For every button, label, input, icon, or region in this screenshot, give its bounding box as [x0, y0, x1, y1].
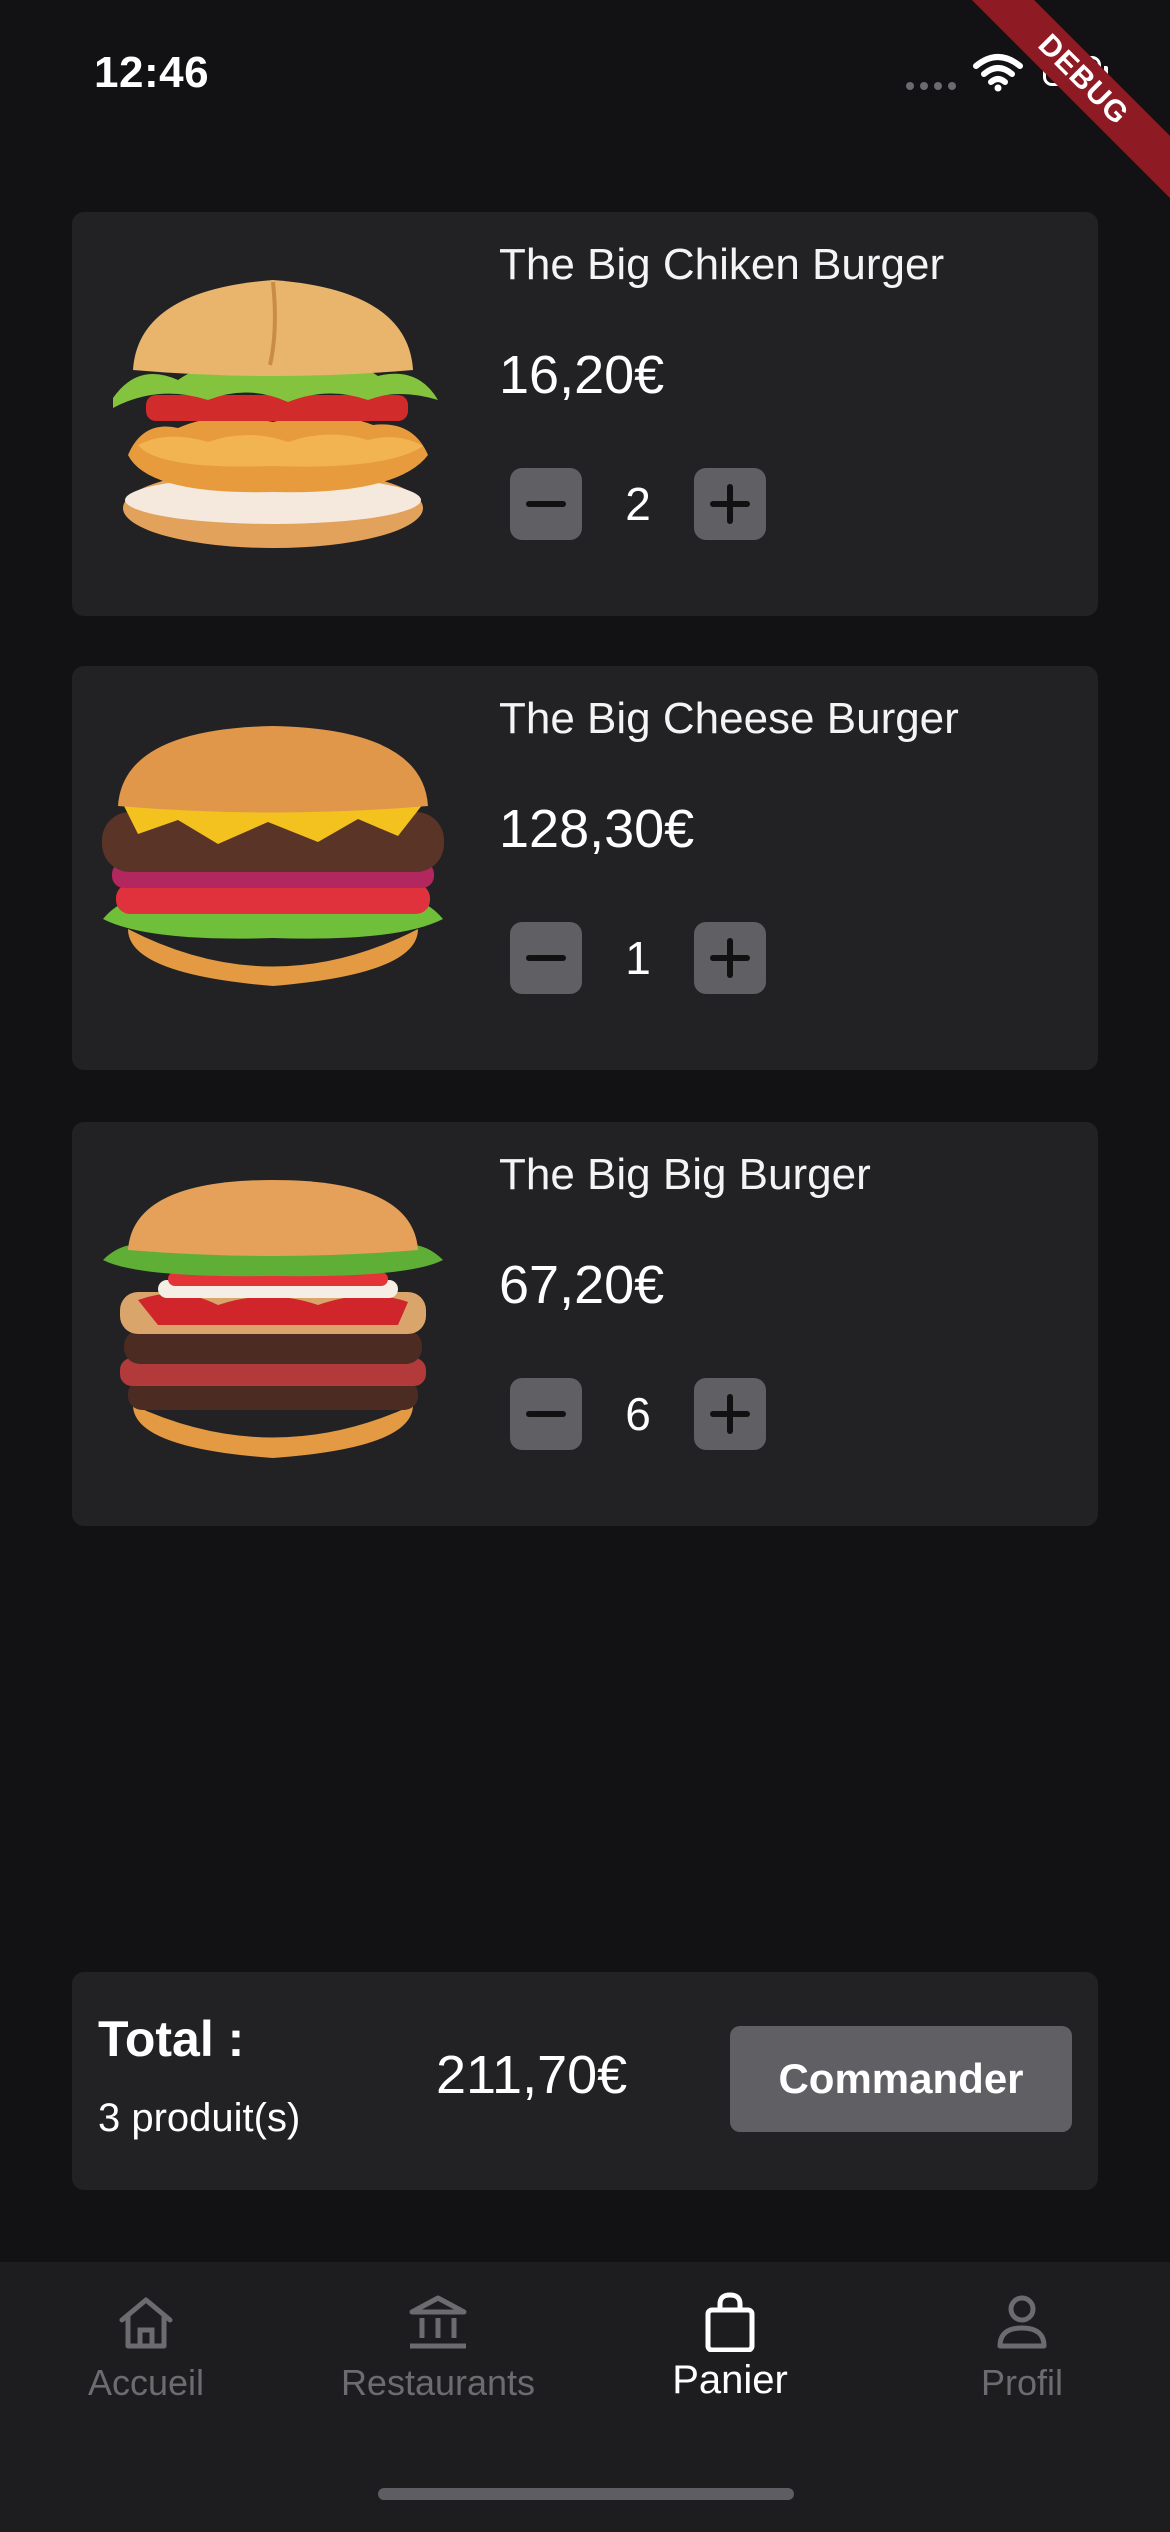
plus-icon	[710, 938, 750, 978]
increment-button[interactable]	[694, 468, 766, 540]
cart-item-card: The Big Chiken Burger 16,20€ 2	[72, 212, 1098, 616]
bank-icon	[409, 2295, 467, 2349]
total-amount: 211,70€	[436, 2045, 628, 2105]
item-price: 128,30€	[499, 799, 695, 859]
nav-label: Restaurants	[340, 2362, 536, 2403]
increment-button[interactable]	[694, 922, 766, 994]
nav-item-profil[interactable]: Profil	[876, 2262, 1168, 2462]
debug-banner: DEBUG	[950, 0, 1170, 213]
quantity-value: 6	[625, 1388, 651, 1440]
home-icon	[119, 2297, 173, 2349]
item-name: The Big Big Burger	[499, 1150, 871, 1199]
item-name: The Big Chiken Burger	[499, 240, 945, 289]
cheese-burger-image	[102, 726, 444, 986]
home-indicator	[378, 2488, 794, 2500]
decrement-button[interactable]	[510, 922, 582, 994]
decrement-button[interactable]	[510, 1378, 582, 1450]
nav-label: Panier	[672, 2358, 788, 2402]
decrement-button[interactable]	[510, 468, 582, 540]
minus-icon	[526, 1411, 566, 1417]
plus-icon	[710, 484, 750, 524]
cart-item-card: The Big Cheese Burger 128,30€ 1	[72, 666, 1098, 1070]
plus-icon	[710, 1394, 750, 1434]
item-name: The Big Cheese Burger	[499, 694, 959, 743]
person-icon	[997, 2295, 1047, 2349]
cart-item-card: The Big Big Burger 67,20€ 6	[72, 1122, 1098, 1526]
nav-item-accueil[interactable]: Accueil	[0, 2262, 292, 2462]
quantity-value: 2	[625, 478, 651, 530]
quantity-value: 1	[625, 932, 651, 984]
status-time: 12:46	[94, 48, 210, 97]
minus-icon	[526, 955, 566, 961]
shopping-bag-icon	[705, 2292, 755, 2352]
order-summary: Total : 3 produit(s) 211,70€ Commander	[72, 1972, 1098, 2190]
chicken-burger-image	[113, 280, 438, 548]
minus-icon	[526, 501, 566, 507]
big-burger-image	[103, 1180, 443, 1458]
nav-item-panier[interactable]: Panier	[584, 2262, 876, 2462]
nav-label: Accueil	[87, 2362, 205, 2403]
total-label: Total :	[98, 2011, 245, 2067]
item-price: 67,20€	[499, 1255, 665, 1315]
increment-button[interactable]	[694, 1378, 766, 1450]
item-price: 16,20€	[499, 345, 665, 405]
nav-label: Profil	[980, 2362, 1064, 2403]
nav-item-restaurants[interactable]: Restaurants	[292, 2262, 584, 2462]
product-count: 3 produit(s)	[98, 2096, 301, 2140]
wifi-icon	[973, 54, 1023, 92]
order-button[interactable]: Commander	[730, 2026, 1072, 2132]
